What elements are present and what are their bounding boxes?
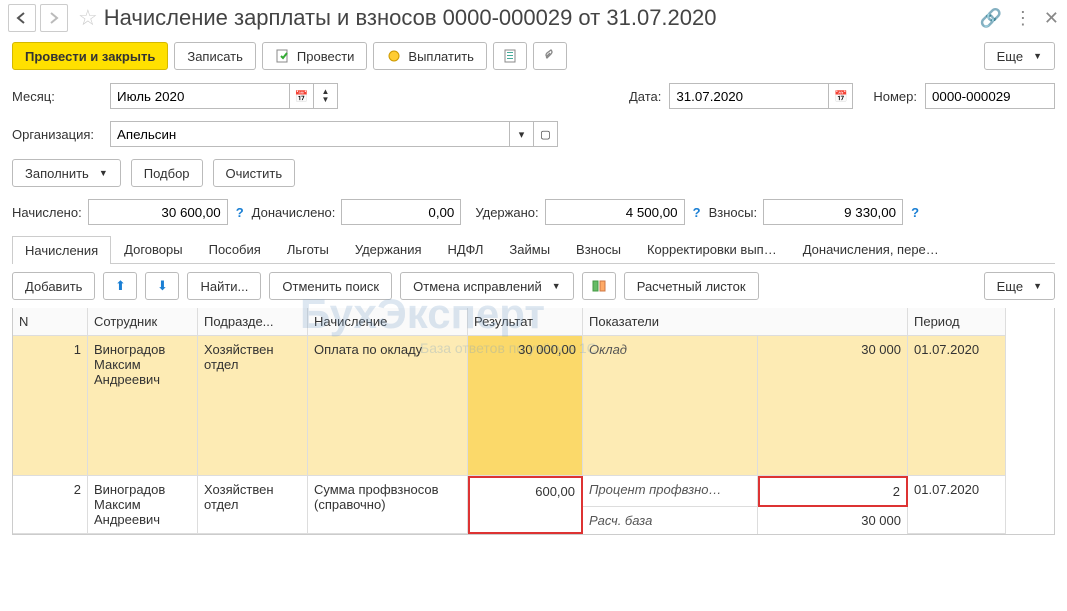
- pay-icon: [386, 48, 402, 64]
- tab-corrections[interactable]: Корректировки вып…: [634, 235, 790, 263]
- table-row[interactable]: 2 Виноградов Максим Андреевич Хозяйствен…: [13, 476, 1054, 534]
- table-row[interactable]: 1 Виноградов Максим Андреевич Хозяйствен…: [13, 336, 1054, 476]
- calendar-icon[interactable]: 📅: [290, 83, 314, 109]
- withheld-label: Удержано:: [475, 205, 538, 220]
- col-period: Период: [908, 308, 1006, 336]
- pick-button[interactable]: Подбор: [131, 159, 203, 187]
- tab-ndfl[interactable]: НДФЛ: [435, 235, 497, 263]
- indicator-highlight: 2: [758, 476, 908, 507]
- find-button[interactable]: Найти...: [187, 272, 261, 300]
- help-icon[interactable]: ?: [911, 205, 919, 220]
- col-accr: Начисление: [308, 308, 468, 336]
- post-icon: [275, 48, 291, 64]
- accrued-label: Начислено:: [12, 205, 82, 220]
- col-indicators: Показатели: [583, 308, 908, 336]
- dropdown-icon[interactable]: ▾: [510, 121, 534, 147]
- sub-more-button[interactable]: Еще▼: [984, 272, 1055, 300]
- close-icon[interactable]: ✕: [1044, 8, 1059, 29]
- page-title: Начисление зарплаты и взносов 0000-00002…: [104, 5, 717, 31]
- clear-button[interactable]: Очистить: [213, 159, 296, 187]
- back-button[interactable]: [8, 4, 36, 32]
- kebab-icon[interactable]: ⋮: [1014, 8, 1032, 29]
- date-field[interactable]: [669, 83, 829, 109]
- month-label: Месяц:: [12, 89, 102, 104]
- tabs: Начисления Договоры Пособия Льготы Удерж…: [12, 235, 1055, 264]
- tab-loans[interactable]: Займы: [496, 235, 563, 263]
- extra-value[interactable]: [341, 199, 461, 225]
- more-button[interactable]: Еще▼: [984, 42, 1055, 70]
- col-dept: Подразде...: [198, 308, 308, 336]
- add-row-button[interactable]: Добавить: [12, 272, 95, 300]
- col-result: Результат: [468, 308, 583, 336]
- month-spinner[interactable]: ▲▼: [314, 83, 338, 109]
- help-icon[interactable]: ?: [236, 205, 244, 220]
- number-label: Номер:: [873, 89, 917, 104]
- org-label: Организация:: [12, 127, 102, 142]
- report-icon-button[interactable]: [493, 42, 527, 70]
- tab-deductions[interactable]: Удержания: [342, 235, 435, 263]
- cancel-search-button[interactable]: Отменить поиск: [269, 272, 392, 300]
- contrib-label: Взносы:: [709, 205, 758, 220]
- link-icon[interactable]: 🔗: [979, 8, 1001, 29]
- date-label: Дата:: [629, 89, 661, 104]
- tab-accruals[interactable]: Начисления: [12, 236, 111, 264]
- cancel-fix-button[interactable]: Отмена исправлений▼: [400, 272, 574, 300]
- post-close-button[interactable]: Провести и закрыть: [12, 42, 168, 70]
- payslip-button[interactable]: Расчетный листок: [624, 272, 759, 300]
- open-ref-icon[interactable]: ▢: [534, 121, 558, 147]
- calendar-icon[interactable]: 📅: [829, 83, 853, 109]
- star-icon[interactable]: ☆: [78, 5, 98, 31]
- move-up-button[interactable]: ⬆: [103, 272, 137, 300]
- contrib-value[interactable]: [763, 199, 903, 225]
- save-button[interactable]: Записать: [174, 42, 256, 70]
- withheld-value[interactable]: [545, 199, 685, 225]
- col-n: N: [13, 308, 88, 336]
- forward-button[interactable]: [40, 4, 68, 32]
- accruals-table: N Сотрудник Подразде... Начисление Резул…: [12, 308, 1055, 535]
- tab-benefits[interactable]: Пособия: [196, 235, 274, 263]
- help-icon[interactable]: ?: [693, 205, 701, 220]
- col-emp: Сотрудник: [88, 308, 198, 336]
- tab-additional[interactable]: Доначисления, пере…: [790, 235, 952, 263]
- pay-button[interactable]: Выплатить: [373, 42, 487, 70]
- tab-contributions[interactable]: Взносы: [563, 235, 634, 263]
- move-down-button[interactable]: ⬇: [145, 272, 179, 300]
- columns-icon-button[interactable]: [582, 272, 616, 300]
- extra-label: Доначислено:: [252, 205, 336, 220]
- month-field[interactable]: [110, 83, 290, 109]
- tab-privileges[interactable]: Льготы: [274, 235, 342, 263]
- accrued-value[interactable]: [88, 199, 228, 225]
- fill-button[interactable]: Заполнить▼: [12, 159, 121, 187]
- number-field[interactable]: [925, 83, 1055, 109]
- org-field[interactable]: [110, 121, 510, 147]
- post-button[interactable]: Провести: [262, 42, 368, 70]
- tab-contracts[interactable]: Договоры: [111, 235, 195, 263]
- result-highlight: 600,00: [468, 476, 583, 534]
- attach-icon-button[interactable]: [533, 42, 567, 70]
